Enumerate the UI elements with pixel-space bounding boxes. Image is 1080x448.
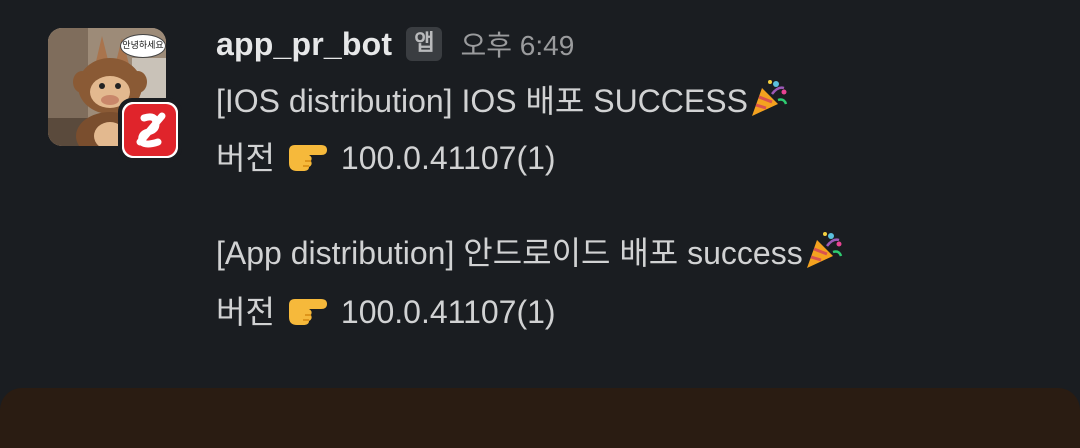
message-header: app_pr_bot 앱 오후 6:49 — [216, 22, 574, 66]
app-logo-icon — [122, 102, 178, 158]
avatar[interactable]: 안녕하세요 — [48, 28, 182, 162]
app-tag-badge: 앱 — [406, 27, 443, 61]
ios-distribution-text: [IOS distribution] IOS 배포 SUCCESS — [216, 82, 748, 119]
ios-distribution-line: [IOS distribution] IOS 배포 SUCCESS — [216, 78, 788, 122]
version-label: 버전 — [216, 294, 275, 330]
bottom-bar — [0, 388, 1080, 448]
ios-version-line: 버전 100.0.41107(1) — [216, 136, 556, 180]
app-distribution-line: [App distribution] 안드로이드 배포 success — [216, 230, 843, 274]
party-popper-icon — [748, 78, 788, 129]
pointing-right-icon — [285, 291, 329, 338]
version-label: 버전 — [216, 140, 275, 176]
app-badge — [118, 98, 182, 162]
message-item[interactable]: 안녕하세요 app_pr_bot 앱 오후 6:49 [IOS distribu… — [0, 0, 1080, 380]
version-number: 100.0.41107(1) — [340, 294, 556, 330]
pointing-right-icon — [285, 137, 329, 184]
message-timestamp[interactable]: 오후 6:49 — [460, 24, 574, 64]
avatar-speech-bubble: 안녕하세요 — [120, 34, 166, 58]
app-version-line: 버전 100.0.41107(1) — [216, 290, 556, 334]
party-popper-icon — [803, 230, 843, 281]
sender-name[interactable]: app_pr_bot — [216, 26, 392, 63]
version-number: 100.0.41107(1) — [340, 140, 556, 176]
app-distribution-text: [App distribution] 안드로이드 배포 success — [216, 234, 803, 271]
